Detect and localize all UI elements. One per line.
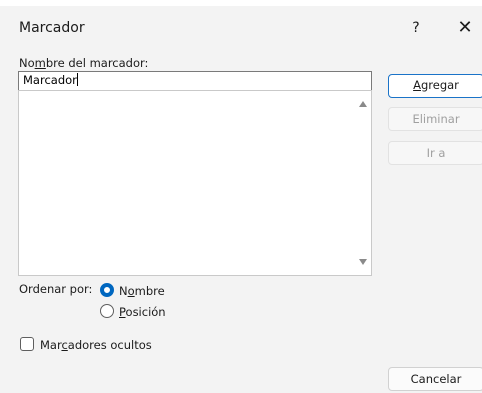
bookmark-name-input[interactable]: Marcador bbox=[18, 71, 372, 91]
add-button[interactable]: Agregar bbox=[388, 74, 482, 98]
dialog-title: Marcador bbox=[19, 20, 85, 36]
sort-by-label: Ordenar por: bbox=[19, 282, 93, 296]
help-button[interactable]: ? bbox=[400, 12, 432, 44]
hidden-bookmarks-label[interactable]: Marcadores ocultos bbox=[40, 338, 152, 352]
bookmark-list[interactable] bbox=[18, 90, 372, 276]
bookmark-dialog: Marcador ? ✕ Nombre del marcador: Marcad… bbox=[0, 0, 482, 393]
cancel-button[interactable]: Cancelar bbox=[388, 367, 482, 391]
bookmark-name-label: Nombre del marcador: bbox=[19, 56, 149, 70]
scroll-down-arrow-icon[interactable] bbox=[359, 259, 367, 265]
goto-button[interactable]: Ir a bbox=[388, 141, 482, 165]
delete-button[interactable]: Eliminar bbox=[388, 107, 482, 131]
text-caret bbox=[76, 73, 78, 86]
sort-position-label[interactable]: Posición bbox=[119, 305, 166, 319]
sort-position-radio[interactable] bbox=[100, 304, 114, 318]
hidden-bookmarks-checkbox[interactable] bbox=[20, 337, 34, 351]
sort-name-label[interactable]: Nombre bbox=[119, 284, 165, 298]
sort-name-radio[interactable] bbox=[100, 283, 114, 297]
close-icon[interactable]: ✕ bbox=[449, 12, 481, 44]
scroll-up-arrow-icon[interactable] bbox=[359, 101, 367, 107]
title-bar: Marcador ? ✕ bbox=[0, 6, 482, 50]
bookmark-name-value: Marcador bbox=[23, 73, 77, 87]
